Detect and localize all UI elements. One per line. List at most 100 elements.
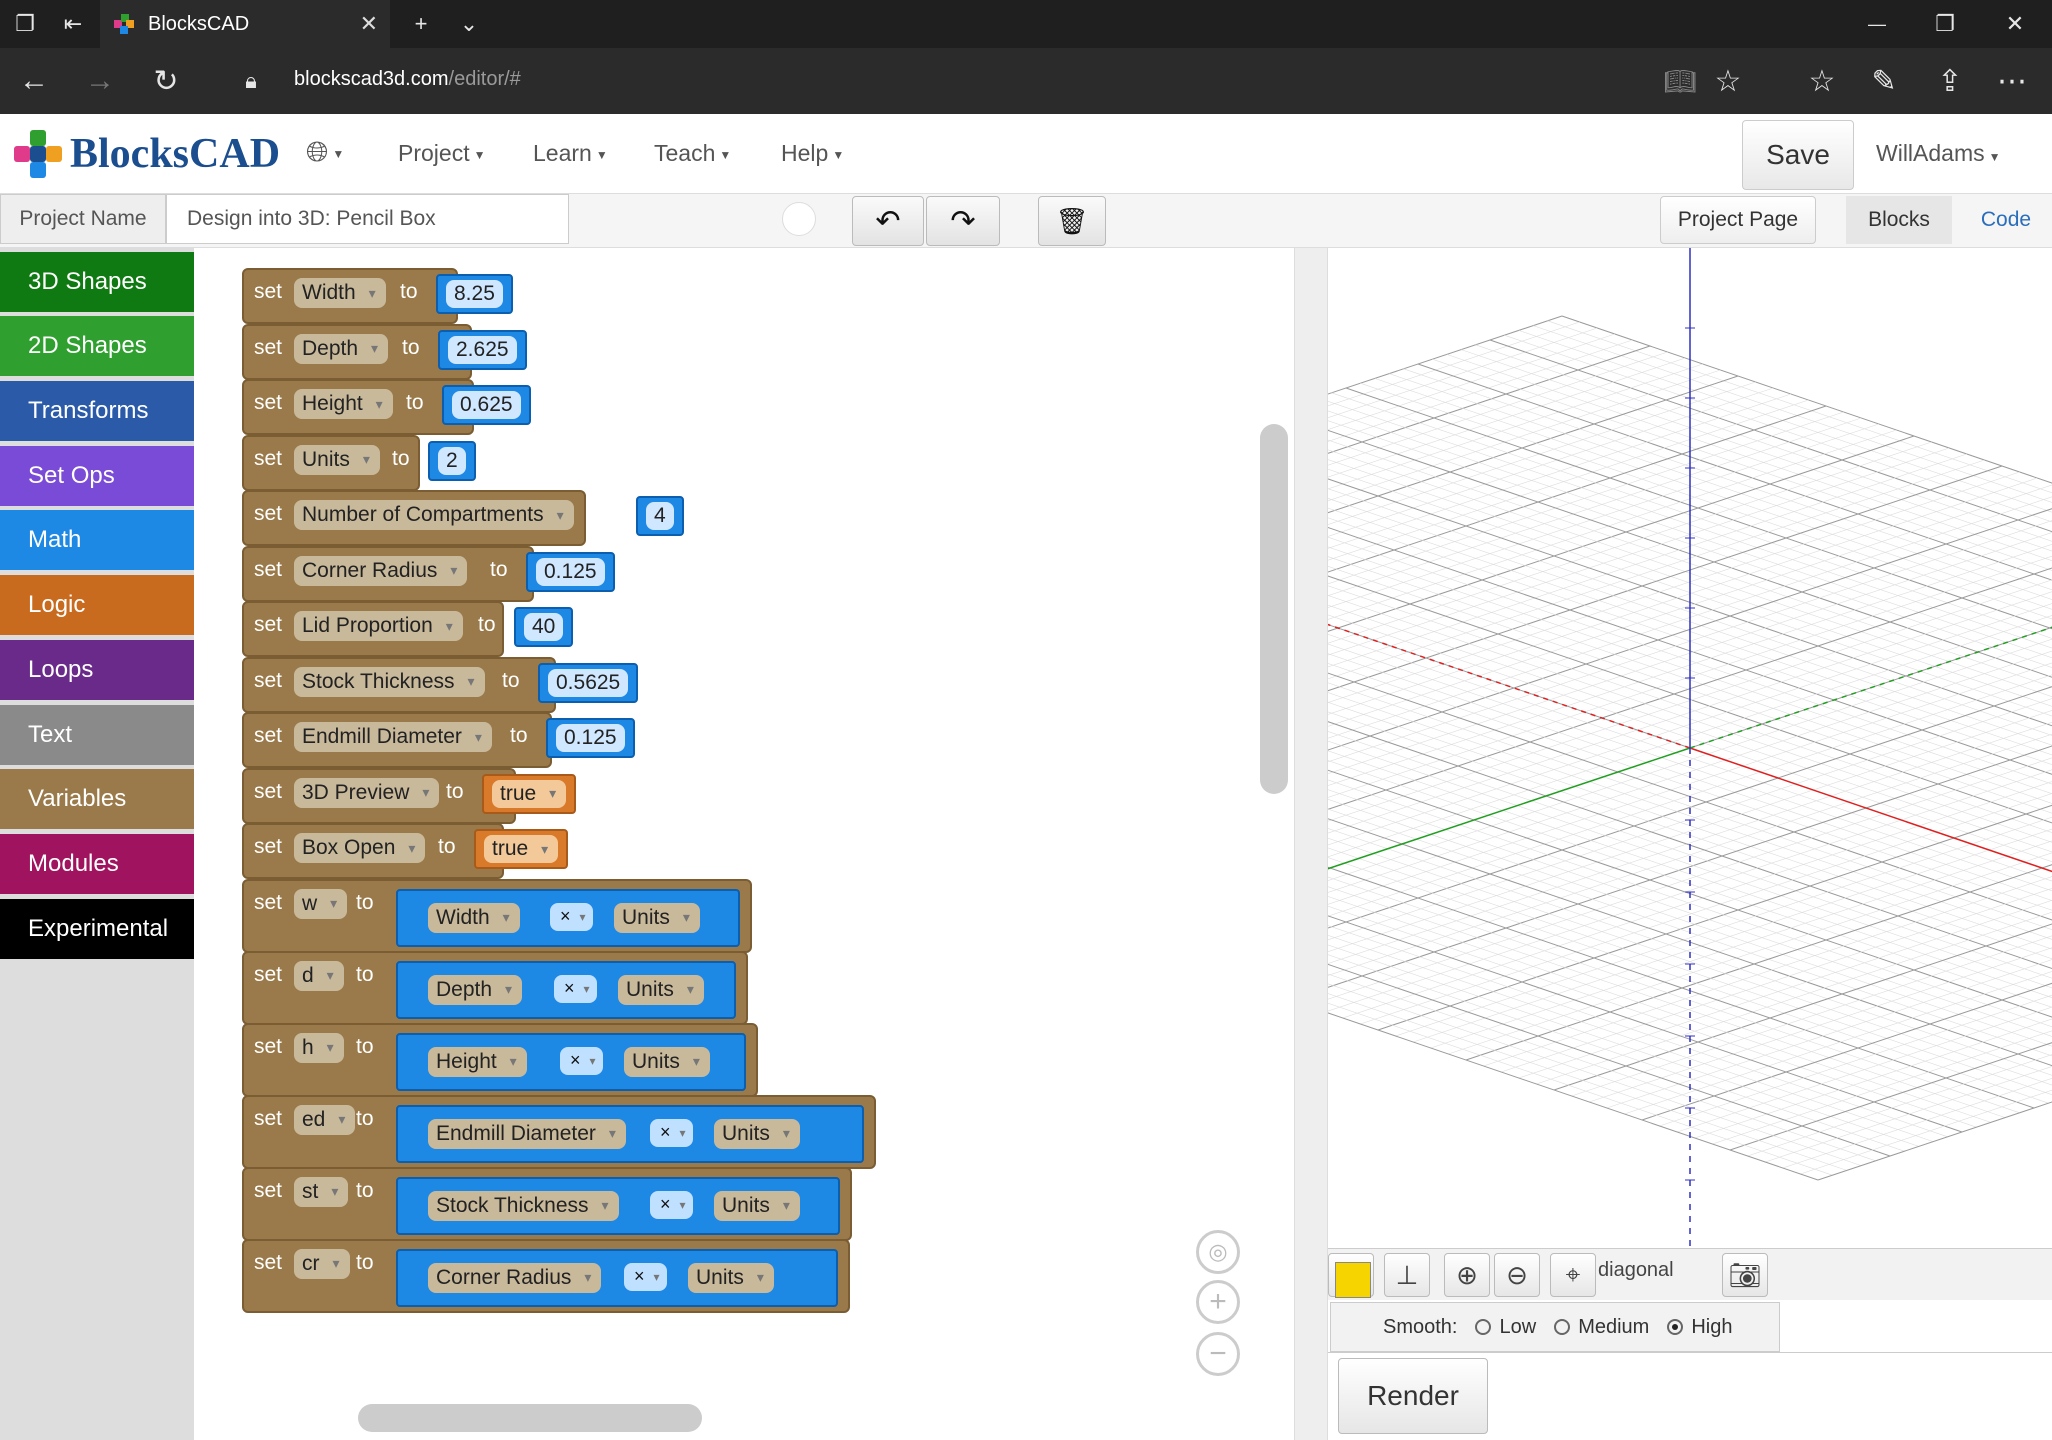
number-block[interactable]: 0.5625 bbox=[538, 662, 639, 703]
trash-button[interactable]: 🗑︎ bbox=[1038, 196, 1106, 246]
recenter-icon[interactable]: ◎ bbox=[1196, 1230, 1240, 1274]
tab-actions-icon[interactable]: ❐ bbox=[10, 0, 40, 48]
share-icon[interactable]: ⇪ bbox=[1932, 48, 1968, 114]
variable-dropdown[interactable]: Endmill Diameter bbox=[294, 722, 492, 752]
number-block[interactable]: 0.625 bbox=[442, 385, 531, 425]
view-mode-select[interactable]: diagonal bbox=[1598, 1259, 1674, 1282]
number-value-field[interactable]: 40 bbox=[524, 613, 564, 641]
set-variable-block[interactable]: set Unitsto 2 bbox=[242, 434, 476, 491]
number-value-field[interactable]: 0.125 bbox=[536, 557, 605, 586]
minimize-icon[interactable]: — bbox=[1862, 0, 1892, 48]
right-operand-dropdown[interactable]: Units bbox=[714, 1190, 800, 1221]
tab-list-chevron-icon[interactable]: ⌄ bbox=[454, 0, 484, 48]
category-set-ops[interactable]: Set Ops bbox=[0, 446, 194, 506]
boolean-block[interactable]: true bbox=[474, 829, 569, 869]
number-value-field[interactable]: 8.25 bbox=[446, 280, 503, 308]
menu-project[interactable]: Project ▼ bbox=[398, 140, 485, 167]
smooth-medium-radio[interactable] bbox=[1554, 1319, 1571, 1335]
menu-help[interactable]: Help ▼ bbox=[781, 140, 844, 167]
reading-view-icon[interactable]: 📖︎ bbox=[1662, 48, 1698, 114]
axes-toggle-icon[interactable]: ⊥ bbox=[1384, 1253, 1430, 1297]
number-block[interactable]: 2 bbox=[428, 440, 476, 481]
variable-dropdown[interactable]: ed bbox=[294, 1104, 356, 1135]
variable-dropdown[interactable]: Stock Thickness bbox=[294, 666, 485, 697]
variable-dropdown[interactable]: Height bbox=[294, 389, 393, 419]
variable-dropdown[interactable]: Units bbox=[294, 444, 380, 475]
variable-dropdown[interactable]: Depth bbox=[294, 333, 389, 364]
category-loops[interactable]: Loops bbox=[0, 640, 194, 700]
language-globe-icon[interactable]: 🌐︎ ▼ bbox=[306, 136, 344, 169]
web-note-pen-icon[interactable]: ✎ bbox=[1866, 48, 1902, 114]
number-block[interactable]: 8.25 bbox=[436, 274, 513, 314]
forward-icon[interactable]: → bbox=[80, 48, 120, 114]
set-variable-block[interactable]: set Depthto 2.625 bbox=[242, 323, 527, 380]
close-tab-icon[interactable]: ✕ bbox=[360, 11, 378, 37]
variable-dropdown[interactable]: cr bbox=[294, 1248, 350, 1279]
tab-code[interactable]: Code bbox=[1960, 196, 2052, 244]
boolean-dropdown[interactable]: true bbox=[484, 835, 559, 863]
browser-tab[interactable]: BlocksCAD ✕ bbox=[100, 0, 390, 48]
right-operand-dropdown[interactable]: Units bbox=[714, 1118, 800, 1149]
number-value-field[interactable]: 0.625 bbox=[452, 391, 521, 419]
color-picker-button[interactable] bbox=[1328, 1253, 1374, 1298]
set-variable-block[interactable]: setcrto Corner Radius × Units bbox=[242, 1238, 850, 1313]
left-operand-dropdown[interactable]: Width bbox=[428, 902, 520, 933]
number-block[interactable]: 4 bbox=[636, 496, 684, 536]
camera-snapshot-icon[interactable]: 📷︎ bbox=[1722, 1253, 1768, 1297]
close-window-icon[interactable]: ✕ bbox=[2000, 0, 2030, 48]
restore-icon[interactable]: ❐ bbox=[1930, 0, 1960, 48]
set-variable-block[interactable]: set Height to 0.625 bbox=[242, 379, 531, 435]
back-icon[interactable]: ← bbox=[14, 48, 54, 114]
number-block[interactable]: 40 bbox=[514, 607, 574, 647]
set-variable-block[interactable]: setstto Stock Thickness × Units bbox=[242, 1166, 852, 1241]
address-bar[interactable]: blockscad3d.com/editor/# bbox=[294, 68, 521, 91]
boolean-dropdown[interactable]: true bbox=[492, 779, 567, 808]
panel-resize-divider[interactable] bbox=[1294, 248, 1328, 1440]
left-operand-dropdown[interactable]: Height bbox=[428, 1046, 527, 1077]
category-3d-shapes[interactable]: 3D Shapes bbox=[0, 252, 194, 312]
vertical-scrollbar[interactable] bbox=[1260, 424, 1288, 794]
set-variable-block[interactable]: set Corner Radius to 0.125 bbox=[242, 545, 615, 602]
set-variable-block[interactable]: set Widthto 8.25 bbox=[242, 268, 513, 324]
set-aside-tabs-icon[interactable]: ⇤ bbox=[58, 0, 88, 48]
variable-dropdown[interactable]: w bbox=[294, 888, 348, 919]
operator-dropdown[interactable]: × bbox=[650, 1190, 693, 1219]
project-page-button[interactable]: Project Page bbox=[1660, 196, 1816, 244]
set-variable-block[interactable]: set Stock Thickness to 0.5625 bbox=[242, 656, 639, 713]
right-operand-dropdown[interactable]: Units bbox=[624, 1046, 710, 1077]
category-variables[interactable]: Variables bbox=[0, 769, 194, 829]
category-transforms[interactable]: Transforms bbox=[0, 381, 194, 441]
smooth-high-radio[interactable] bbox=[1667, 1319, 1684, 1335]
reset-view-icon[interactable]: ⌖ bbox=[1550, 1253, 1596, 1297]
variable-dropdown[interactable]: Number of Compartments bbox=[294, 500, 574, 530]
user-menu[interactable]: WillAdams ▼ bbox=[1876, 140, 2001, 167]
number-block[interactable]: 2.625 bbox=[438, 329, 527, 370]
number-value-field[interactable]: 4 bbox=[646, 502, 674, 530]
variable-dropdown[interactable]: Width bbox=[294, 278, 386, 308]
set-variable-block[interactable]: set Box Open to true bbox=[242, 823, 569, 879]
blocks-workspace[interactable]: setWidthto8.25setDepthto2.625setHeightto… bbox=[194, 248, 1294, 1440]
blockscad-logo[interactable]: BlocksCAD bbox=[12, 128, 280, 180]
favorite-star-icon[interactable]: ☆ bbox=[1710, 48, 1746, 114]
operator-dropdown[interactable]: × bbox=[550, 902, 593, 931]
left-operand-dropdown[interactable]: Stock Thickness bbox=[428, 1190, 619, 1221]
left-operand-dropdown[interactable]: Depth bbox=[428, 974, 523, 1005]
variable-dropdown[interactable]: st bbox=[294, 1176, 349, 1207]
undo-button[interactable]: ↶ bbox=[852, 196, 924, 246]
left-operand-dropdown[interactable]: Endmill Diameter bbox=[428, 1118, 626, 1149]
set-variable-block[interactable]: setwto Width × Units bbox=[242, 878, 752, 953]
set-variable-block[interactable]: set Endmill Diameter to 0.125 bbox=[242, 712, 635, 768]
left-operand-dropdown[interactable]: Corner Radius bbox=[428, 1262, 602, 1293]
menu-learn[interactable]: Learn ▼ bbox=[533, 140, 608, 167]
number-value-field[interactable]: 2.625 bbox=[448, 335, 517, 364]
variable-dropdown[interactable]: Box Open bbox=[294, 833, 426, 863]
category-text[interactable]: Text bbox=[0, 705, 194, 765]
favorites-hub-icon[interactable]: ☆ bbox=[1804, 48, 1840, 114]
new-tab-icon[interactable]: + bbox=[406, 0, 436, 48]
number-value-field[interactable]: 2 bbox=[438, 446, 466, 475]
multiply-block[interactable]: Depth × Units bbox=[396, 960, 736, 1019]
boolean-block[interactable]: true bbox=[482, 773, 577, 814]
set-variable-block[interactable]: set Lid Proportion to 40 bbox=[242, 601, 574, 657]
number-value-field[interactable]: 0.5625 bbox=[548, 668, 629, 697]
operator-dropdown[interactable]: × bbox=[624, 1262, 667, 1291]
